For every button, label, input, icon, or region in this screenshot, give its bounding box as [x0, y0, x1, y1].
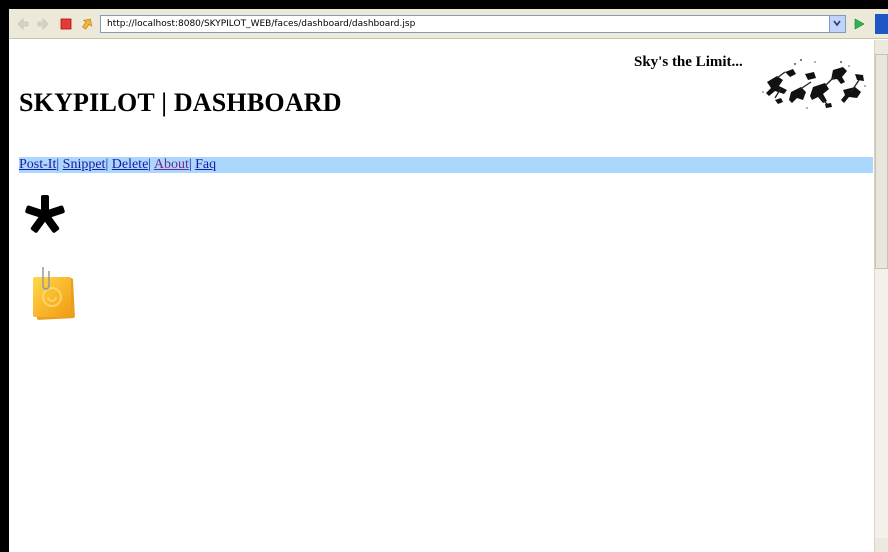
- nav-separator: |: [56, 157, 60, 172]
- address-url[interactable]: http://localhost:8080/SKYPILOT_WEB/faces…: [107, 17, 415, 31]
- nav-link-about[interactable]: About: [154, 157, 189, 172]
- extension-icon[interactable]: [875, 14, 888, 34]
- stop-icon[interactable]: [58, 16, 74, 32]
- scroll-down-button[interactable]: [875, 538, 888, 552]
- refresh-icon[interactable]: [79, 16, 95, 32]
- scroll-up-button[interactable]: [875, 40, 888, 54]
- nav-separator: |: [148, 157, 152, 172]
- address-bar[interactable]: http://localhost:8080/SKYPILOT_WEB/faces…: [100, 15, 846, 33]
- nav-link-post-it[interactable]: Post-It: [19, 157, 56, 172]
- back-icon[interactable]: [15, 16, 31, 32]
- vertical-scrollbar[interactable]: [874, 40, 888, 552]
- nav-link-snippet[interactable]: Snippet: [63, 157, 106, 172]
- nav-link-faq[interactable]: Faq: [195, 157, 216, 172]
- nav-bar: Post-It| Snippet| Delete| About| Faq: [19, 157, 873, 173]
- window-frame-left: [0, 0, 9, 552]
- nav-link-delete[interactable]: Delete: [112, 157, 149, 172]
- browser-toolbar: http://localhost:8080/SKYPILOT_WEB/faces…: [9, 9, 888, 39]
- nav-separator: |: [105, 157, 109, 172]
- asterisk-icon[interactable]: [25, 193, 65, 239]
- forward-icon[interactable]: [35, 16, 51, 32]
- page-title: SKYPILOT | DASHBOARD: [19, 88, 342, 117]
- skydivers-image: [762, 59, 866, 109]
- scroll-thumb[interactable]: [875, 54, 888, 269]
- nav-separator: |: [188, 157, 192, 172]
- go-icon[interactable]: [851, 16, 867, 32]
- tagline: Sky's the Limit...: [634, 54, 743, 70]
- dropdown-icon[interactable]: [829, 16, 845, 32]
- window-frame-top: [0, 0, 888, 9]
- post-it-note-icon[interactable]: [31, 265, 77, 321]
